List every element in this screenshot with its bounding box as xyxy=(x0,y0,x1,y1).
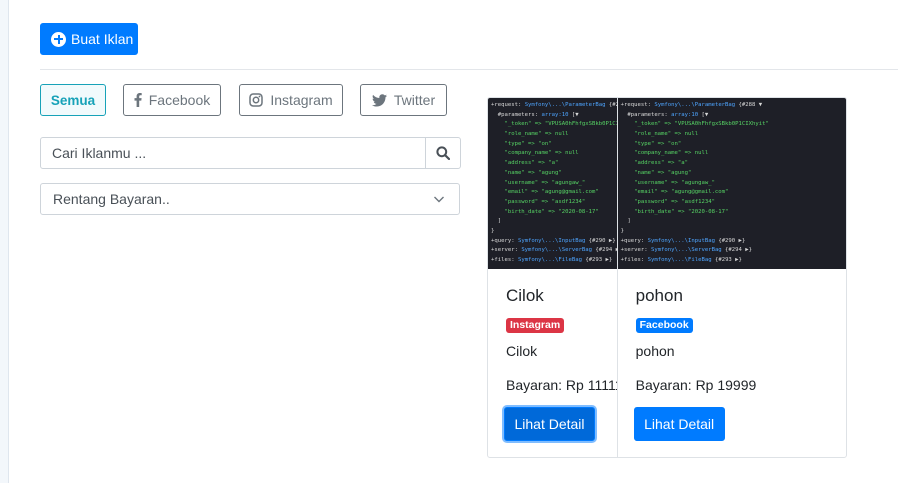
chevron-down-icon xyxy=(434,196,444,203)
search-input[interactable] xyxy=(41,138,425,168)
code-line: "type" => "on" xyxy=(491,140,552,147)
code-line: +server: Symfony\...\ServerBag {#294 ▶} xyxy=(620,247,752,254)
code-line: "role_name" => null xyxy=(620,131,699,138)
code-line: "_token" => "VPUSA0hFhfgxSBkb0P1CIXhyit" xyxy=(620,121,769,128)
code-line: +query: Symfony\...\InputBag {#290 ▶} xyxy=(491,237,616,244)
code-line: "email" => "agung@gmail.com" xyxy=(620,189,729,196)
payment-range-select[interactable]: Rentang Bayaran.. xyxy=(40,183,460,215)
filter-instagram-button[interactable]: Instagram xyxy=(239,84,343,116)
code-line: ] xyxy=(491,218,502,225)
code-line: ] xyxy=(620,218,631,225)
code-line: } xyxy=(620,227,625,234)
code-line: } xyxy=(491,227,495,234)
code-line: "birth_date" => "2020-08-17" xyxy=(491,208,599,215)
code-line: "_token" => "VPUSA0hFhfgxSBkb0P1CIXhyit" xyxy=(491,121,616,128)
filter-twitter-label: Twitter xyxy=(393,92,436,108)
code-line: +request: Symfony\...\ParameterBag {#288… xyxy=(491,102,617,108)
code-line: "role_name" => null xyxy=(491,131,569,138)
view-detail-button[interactable]: Lihat Detail xyxy=(504,407,595,441)
facebook-icon xyxy=(134,93,142,107)
sidebar-edge xyxy=(0,0,9,483)
code-line: #parameters: array:10 [▼ xyxy=(620,111,709,118)
code-line: +files: Symfony\...\FileBag {#293 ▶} xyxy=(491,257,613,263)
create-ad-label: Buat Iklan xyxy=(71,31,134,47)
code-line: "name" => "agung" xyxy=(620,169,692,176)
code-line: +query: Symfony\...\InputBag {#290 ▶} xyxy=(620,237,746,244)
code-line: +files: Symfony\...\FileBag {#293 ▶} xyxy=(620,257,742,263)
ad-card-payment: Bayaran: Rp 11111 xyxy=(506,377,618,393)
filter-facebook-label: Facebook xyxy=(148,92,211,108)
create-ad-button[interactable]: Buat Iklan xyxy=(40,23,138,55)
ad-card-description: Cilok xyxy=(506,343,538,359)
filter-twitter-button[interactable]: Twitter xyxy=(360,84,447,116)
ad-card-deck: +request: Symfony\...\ParameterBag {#288… xyxy=(487,97,847,458)
twitter-icon xyxy=(371,93,387,106)
search-icon xyxy=(436,146,450,160)
plus-circle-icon xyxy=(51,31,66,47)
code-line: "name" => "agung" xyxy=(491,169,562,176)
search-button[interactable] xyxy=(425,138,460,168)
ad-card-description: pohon xyxy=(635,343,675,359)
code-line: "company_name" => null xyxy=(620,150,709,157)
code-line: +request: Symfony\...\ParameterBag {#288… xyxy=(620,102,763,108)
code-line: "password" => "asdf1234" xyxy=(620,198,715,205)
payment-range-value: Rentang Bayaran.. xyxy=(53,191,170,207)
header-divider xyxy=(40,69,898,70)
filter-facebook-button[interactable]: Facebook xyxy=(123,84,221,116)
code-line: "type" => "on" xyxy=(620,140,682,147)
ad-card: +request: Symfony\...\ParameterBag {#288… xyxy=(617,98,846,457)
code-line: "address" => "a" xyxy=(620,160,688,167)
ad-card: +request: Symfony\...\ParameterBag {#288… xyxy=(488,98,618,457)
ad-card-image: +request: Symfony\...\ParameterBag {#288… xyxy=(617,98,846,269)
ad-card-badge: Instagram xyxy=(506,318,565,333)
ad-card-badge: Facebook xyxy=(635,318,693,333)
instagram-icon xyxy=(249,93,264,107)
ad-card-payment: Bayaran: Rp 19999 xyxy=(635,377,757,393)
code-line: "email" => "agung@gmail.com" xyxy=(491,189,599,196)
code-line: +server: Symfony\...\ServerBag {#294 ▶} xyxy=(491,247,617,254)
code-line: "username" => "agungaw_" xyxy=(491,179,586,186)
search-group xyxy=(40,137,461,169)
filter-all-button[interactable]: Semua xyxy=(40,84,106,116)
ad-card-title: Cilok xyxy=(506,286,544,305)
filter-all-label: Semua xyxy=(50,92,96,108)
view-detail-button[interactable]: Lihat Detail xyxy=(633,407,725,441)
code-line: "address" => "a" xyxy=(491,160,559,167)
ad-card-title: pohon xyxy=(635,286,683,305)
code-line: "username" => "agungaw_" xyxy=(620,179,715,186)
code-line: "birth_date" => "2020-08-17" xyxy=(620,208,729,215)
code-line: #parameters: array:10 [▼ xyxy=(491,111,579,118)
ad-card-image: +request: Symfony\...\ParameterBag {#288… xyxy=(488,98,617,269)
code-line: "company_name" => null xyxy=(491,150,579,157)
filter-instagram-label: Instagram xyxy=(270,92,333,108)
code-line: "password" => "asdf1234" xyxy=(491,198,586,205)
